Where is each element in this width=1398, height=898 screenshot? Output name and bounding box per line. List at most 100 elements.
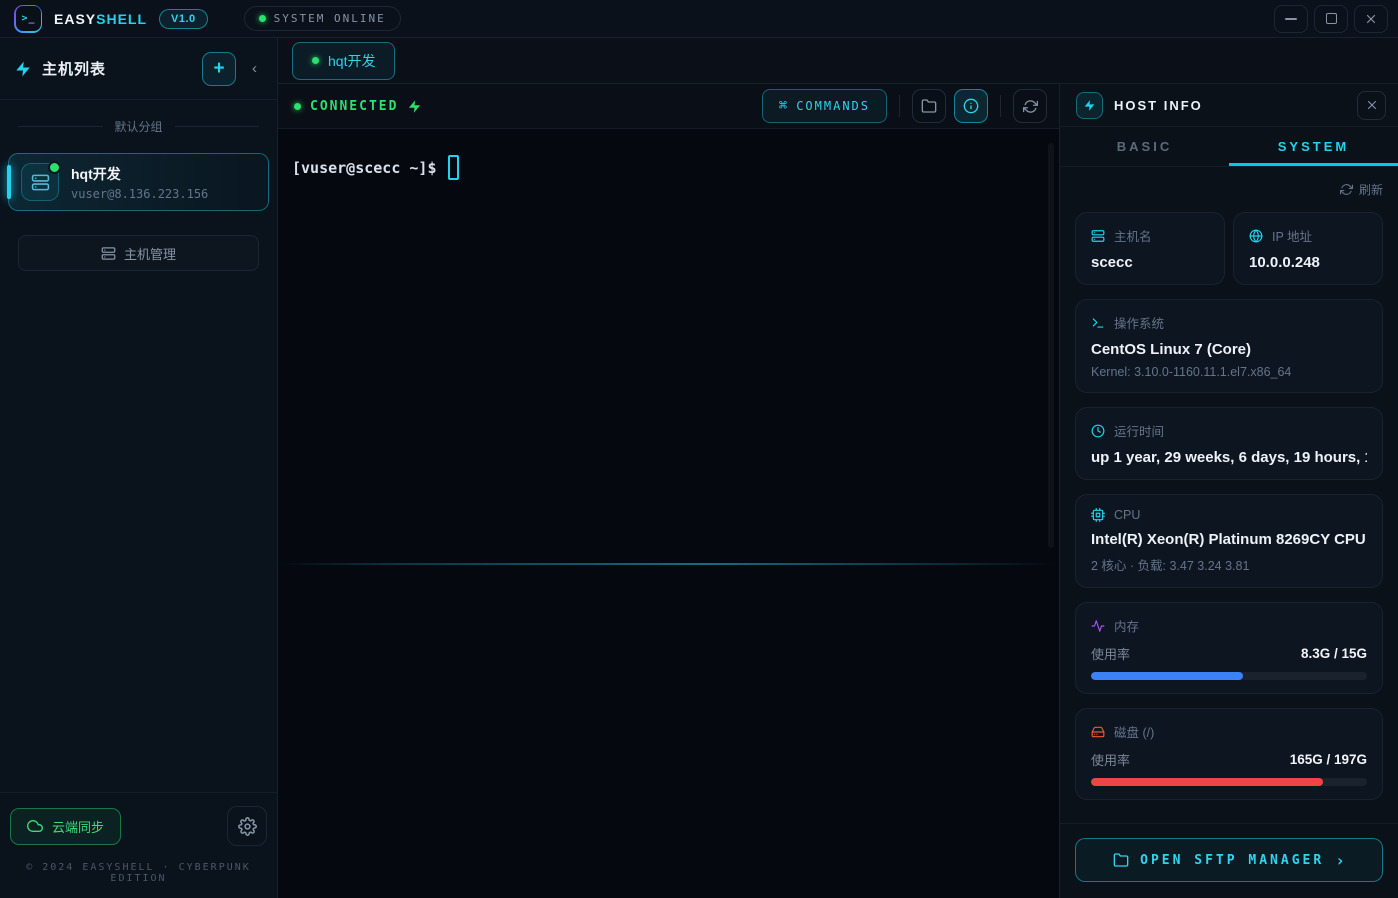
sftp-files-button[interactable] (912, 89, 946, 123)
tab-label: hqt开发 (328, 51, 375, 71)
chevron-left-icon: ‹ (252, 60, 257, 77)
clock-icon (1091, 424, 1105, 438)
host-info-title: HOST INFO (1114, 98, 1203, 113)
open-sftp-button[interactable]: OPEN SFTP MANAGER › (1075, 838, 1383, 882)
disk-bar-track (1091, 778, 1367, 786)
connected-dot-icon (294, 103, 301, 110)
cloud-sync-button[interactable]: 云端同步 (10, 808, 121, 845)
ip-card: IP 地址 10.0.0.248 (1233, 212, 1383, 285)
reconnect-button[interactable] (1013, 89, 1047, 123)
host-list-item[interactable]: hqt开发 vuser@8.136.223.156 (8, 153, 269, 211)
close-icon (1366, 99, 1378, 111)
refresh-icon (1023, 99, 1038, 114)
memory-usage-label: 使用率 (1091, 644, 1130, 663)
close-window-button[interactable] (1354, 5, 1388, 33)
hard-drive-icon (1091, 725, 1105, 739)
host-manage-button[interactable]: 主机管理 (18, 235, 259, 271)
folder-icon (921, 98, 937, 114)
terminal-screen[interactable]: [vuser@scecc ~]$ (278, 129, 1059, 898)
terminal-icon (1091, 316, 1105, 330)
tab-status-dot-icon (312, 57, 319, 64)
tab-basic[interactable]: BASIC (1060, 127, 1229, 166)
collapse-sidebar-button[interactable]: ‹ (246, 58, 263, 79)
terminal-scrollbar[interactable] (1048, 143, 1054, 548)
tab-system[interactable]: SYSTEM (1229, 127, 1398, 166)
memory-usage-value: 8.3G / 15G (1301, 646, 1367, 661)
add-host-button[interactable]: + (202, 52, 236, 86)
ip-value: 10.0.0.248 (1249, 254, 1367, 271)
disk-usage-label: 使用率 (1091, 750, 1130, 769)
maximize-button[interactable] (1314, 5, 1348, 33)
server-icon (31, 173, 50, 192)
active-host-accent (7, 165, 11, 199)
session-tab-bar: hqt开发 (278, 38, 1398, 84)
host-info-header: HOST INFO (1060, 84, 1398, 126)
brand-title: EASYSHELL (54, 11, 147, 27)
copyright-footer: © 2024 EASYSHELL · CYBERPUNK EDITION (0, 846, 277, 898)
sidebar: 主机列表 + ‹ 默认分组 hqt开发 vuser@8.136.223.156 (0, 38, 278, 898)
cpu-card: CPU Intel(R) Xeon(R) Platinum 8269CY CPU… (1075, 494, 1383, 588)
app-logo: >_ (14, 5, 42, 33)
host-online-dot-icon (48, 161, 61, 174)
zap-icon (407, 99, 422, 114)
commands-button[interactable]: ⌘ COMMANDS (762, 89, 887, 123)
minimize-icon (1285, 18, 1297, 20)
host-address: vuser@8.136.223.156 (71, 187, 208, 201)
memory-card: 内存 使用率 8.3G / 15G (1075, 602, 1383, 694)
sidebar-bottom-bar: 云端同步 (0, 792, 277, 846)
cloud-icon (27, 818, 43, 834)
refresh-icon (1340, 183, 1353, 196)
zap-icon (1083, 99, 1096, 112)
uptime-value: up 1 year, 29 weeks, 6 days, 19 hours, 1… (1091, 449, 1367, 466)
version-badge: V1.0 (159, 9, 208, 29)
close-panel-button[interactable] (1357, 91, 1386, 120)
server-icon-box (21, 163, 59, 201)
connection-status: CONNECTED (294, 99, 422, 114)
host-name: hqt开发 (71, 164, 208, 184)
cpu-load-value: 2 核心 · 负载: 3.47 3.24 3.81 (1091, 555, 1367, 574)
settings-button[interactable] (227, 806, 267, 846)
info-icon (963, 98, 979, 114)
cpu-icon (1091, 508, 1105, 522)
kernel-value: Kernel: 3.10.0-1160.11.1.el7.x86_64 (1091, 365, 1367, 379)
terminal-logo-icon: >_ (16, 6, 41, 31)
disk-usage-value: 165G / 197G (1290, 752, 1367, 767)
host-info-tabs: BASIC SYSTEM (1060, 126, 1398, 167)
command-icon: ⌘ (779, 98, 787, 114)
system-status-badge: SYSTEM ONLINE (244, 6, 401, 31)
scanline-decoration (278, 563, 1059, 565)
host-info-panel: HOST INFO BASIC SYSTEM 刷新 (1060, 84, 1398, 898)
host-info-toggle-button[interactable] (954, 89, 988, 123)
hostname-card: 主机名 scecc (1075, 212, 1225, 285)
zap-icon (14, 60, 32, 78)
card-grid: 主机名 scecc IP 地址 10.0.0.248 (1075, 212, 1383, 285)
terminal-prompt-line: [vuser@scecc ~]$ (292, 155, 1045, 180)
hostname-value: scecc (1091, 254, 1209, 271)
main-area: hqt开发 CONNECTED ⌘ (278, 38, 1398, 898)
refresh-link[interactable]: 刷新 (1075, 177, 1383, 198)
globe-icon (1249, 229, 1263, 243)
server-icon (1091, 229, 1105, 243)
terminal-toolbar: CONNECTED ⌘ COMMANDS (278, 84, 1059, 129)
gear-icon (238, 817, 257, 836)
disk-bar-fill (1091, 778, 1323, 786)
zap-badge (1076, 92, 1103, 119)
cpu-value: Intel(R) Xeon(R) Platinum 8269CY CPU ... (1091, 531, 1367, 548)
terminal-pane: CONNECTED ⌘ COMMANDS (278, 84, 1060, 898)
maximize-icon (1326, 13, 1337, 24)
os-value: CentOS Linux 7 (Core) (1091, 341, 1367, 358)
terminal-actions: ⌘ COMMANDS (762, 89, 1047, 123)
close-icon (1365, 13, 1377, 25)
plus-icon: + (213, 58, 224, 80)
app-window: >_ EASYSHELL V1.0 SYSTEM ONLINE 主机列表 + ‹ (0, 0, 1398, 898)
session-tab[interactable]: hqt开发 (292, 42, 395, 80)
sidebar-header: 主机列表 + ‹ (0, 38, 277, 100)
window-controls (1274, 5, 1388, 33)
host-info-content: 刷新 主机名 scecc (1060, 167, 1398, 823)
terminal-cursor (448, 155, 459, 180)
host-list-title: 主机列表 (42, 58, 106, 79)
server-icon (101, 246, 116, 261)
memory-bar-fill (1091, 672, 1243, 680)
memory-bar-track (1091, 672, 1367, 680)
minimize-button[interactable] (1274, 5, 1308, 33)
